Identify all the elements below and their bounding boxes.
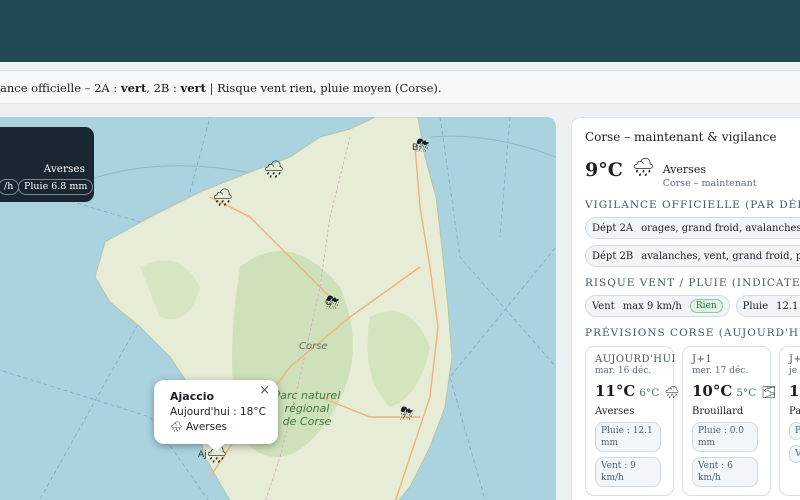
forecast-card: AUJOURD'HUI mar. 16 déc. 11°C 6°C 🌧 Averse… [585, 346, 680, 496]
rain-risk-chip: Pluie 12.1 mm/ [735, 295, 800, 317]
forecast-temps: 11°C 6°C 🌧 [595, 382, 680, 400]
forecast-rain: Pluie : 12.1 mm [595, 422, 661, 452]
rain-label: Pluie [742, 300, 769, 312]
forecast-wind: Vent : 6 km/h [692, 457, 758, 487]
banner-prefix: ance officielle – 2A : [0, 81, 121, 95]
current-subtitle: Corse – maintenant [662, 178, 757, 189]
forecast-rain: Pluie : 0.0 mm [692, 422, 758, 452]
cloud-rain-icon: 🌧 [664, 385, 680, 399]
map-label-parc-line1: Parc naturel [274, 389, 341, 402]
cloud-rain-icon[interactable]: 🌧 [212, 190, 234, 207]
forecast-rain: P [789, 422, 800, 440]
forecast-tmin: 6°C [639, 387, 660, 399]
forecast-condition: Averses [595, 406, 635, 417]
dept-2a-value: orages, grand froid, avalanches, pluie, … [641, 222, 800, 234]
forecast-tmax: 10°C [692, 382, 733, 400]
banner-2b-level: vert [180, 81, 206, 95]
cloud-rain-icon: 🌧 [631, 157, 655, 178]
map-label-parc-line3: de Corse [283, 415, 332, 428]
dept-2a-chip: Dépt 2A orages, grand froid, avalanches, … [585, 217, 800, 239]
banner-2a-level: vert [120, 81, 147, 95]
forecast-condition: Pa [789, 406, 800, 417]
dept-2b-label: Dépt 2B [592, 250, 634, 262]
top-header-bar [0, 0, 800, 62]
wind-risk-badge: Rien [689, 299, 723, 313]
forecast-day: J+ [789, 354, 800, 365]
weather-card: Averses /h Pluie 6.8 mm [0, 127, 94, 202]
rain-value: 12.1 mm/ [776, 300, 800, 312]
forecast-temps: 10°C 5°C 🌫 [692, 382, 777, 400]
forecast-heading: PRÉVISIONS CORSE (AUJOURD'HUI + J+1 [585, 327, 800, 339]
weather-card-condition: Averses [43, 163, 85, 175]
info-panel: Corse – maintenant & vigilance 9°C 🌧 Ave… [571, 117, 800, 500]
banner-mid: , 2B : [146, 81, 181, 95]
map-label-corse: Corse [299, 341, 328, 352]
forecast-wind: Vent : 9 km/h [595, 457, 661, 487]
forecast-tmax: 11°C [595, 382, 636, 400]
popup-tip [208, 444, 224, 452]
forecast-date: je [789, 366, 798, 376]
banner-suffix: | Risque vent rien, pluie moyen (Corse). [205, 81, 442, 95]
dept-2a-label: Dépt 2A [592, 222, 634, 234]
current-temp: 9°C [585, 159, 623, 181]
wind-label: Vent [592, 300, 615, 312]
current-condition: Averses [662, 163, 706, 176]
weather-card-rain-pill: Pluie 6.8 mm [18, 179, 94, 195]
forecast-card: J+1 mer. 17 déc. 10°C 5°C 🌫 Brouillard Plu… [682, 346, 777, 496]
risk-heading: RISQUE VENT / PLUIE (INDICATEUR SIMP [585, 277, 800, 289]
risk-row: Vent max 9 km/h Rien Pluie 12.1 mm/ [585, 289, 800, 317]
cloud-rain-icon[interactable]: 🌧 [263, 162, 285, 179]
forecast-condition: Brouillard [692, 406, 744, 417]
dept-2b-value: avalanches, vent, grand froid, pluie, ne… [641, 250, 800, 262]
vigilance-heading: VIGILANCE OFFICIELLE (PAR DÉPARTEM [585, 199, 800, 211]
weather-card-wind-pill: /h [0, 179, 20, 195]
wind-risk-chip: Vent max 9 km/h Rien [585, 295, 730, 317]
popup-today: Aujourd'hui : 18°C [170, 406, 266, 418]
current-condition-block: Averses Corse – maintenant [663, 163, 757, 189]
cloud-rain-icon[interactable]: ⛈ [400, 406, 414, 423]
forecast-date: mer. 17 déc. [692, 366, 749, 376]
cloud-rain-icon[interactable]: ⛈ [416, 138, 430, 155]
forecast-row: AUJOURD'HUI mar. 16 déc. 11°C 6°C 🌧 Averse… [585, 346, 800, 496]
close-icon[interactable]: × [259, 383, 270, 398]
fog-icon: 🌫 [761, 385, 777, 399]
popup-condition: Averses [186, 421, 228, 433]
current-weather: 9°C 🌧 Averses Corse – maintenant [585, 157, 800, 189]
map-label-parc-line2: régional [285, 402, 330, 415]
dept-2b-chip: Dépt 2B avalanches, vent, grand froid, pl… [585, 245, 800, 267]
cloud-rain-icon[interactable]: ⛈ [326, 295, 340, 312]
forecast-tmax: 1 [789, 382, 800, 400]
popup-condition-row: 🌧 Averses [170, 421, 278, 433]
panel-title: Corse – maintenant & vigilance [585, 130, 777, 144]
forecast-wind: V [789, 445, 800, 463]
forecast-card: J+ je 1 Pa P V [779, 346, 800, 496]
forecast-date: mar. 16 déc. [595, 366, 652, 376]
forecast-day: J+1 [692, 354, 713, 365]
forecast-tmin: 5°C [736, 387, 757, 399]
cloud-rain-icon: 🌧 [170, 422, 183, 433]
vigilance-banner: ance officielle – 2A : vert, 2B : vert |… [0, 70, 800, 104]
wind-value: max 9 km/h [622, 300, 682, 312]
forecast-temps: 1 [789, 382, 800, 400]
forecast-day: AUJOURD'HUI [595, 354, 676, 365]
city-popup: × Ajaccio Aujourd'hui : 18°C 🌧 Averses [154, 380, 278, 452]
